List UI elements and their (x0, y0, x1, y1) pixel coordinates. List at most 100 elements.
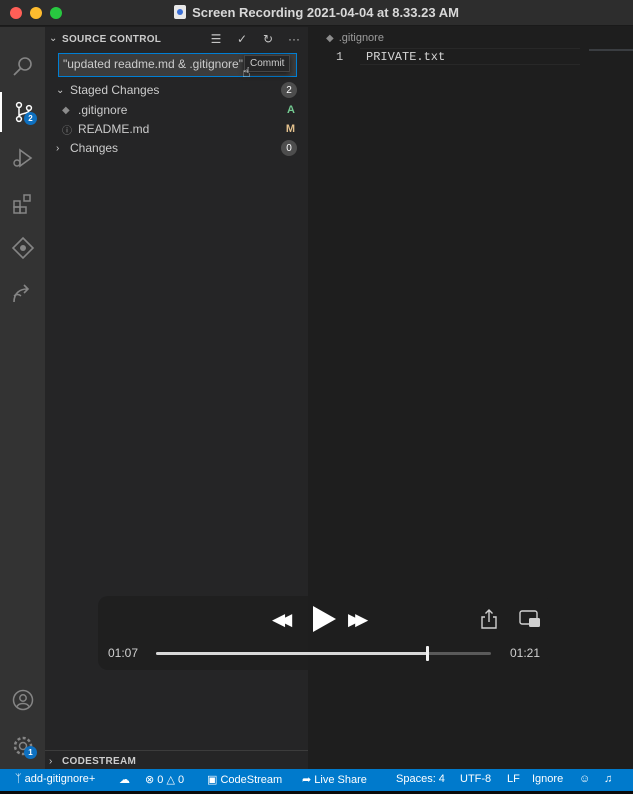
run-debug-icon (12, 148, 32, 168)
video-player-controls: ◀◀ ▶▶ 01:07 01:21 (98, 596, 551, 670)
window-title: Screen Recording 2021-04-04 at 8.33.23 A… (192, 5, 459, 20)
list-tree-icon: ☰ (210, 32, 222, 46)
activity-source-control[interactable]: 2 (0, 92, 45, 132)
notifications-button[interactable]: ♫ (604, 773, 612, 785)
activity-run-debug[interactable] (0, 138, 45, 178)
view-as-tree-button[interactable]: ☰ (208, 31, 224, 47)
playback-scrubber[interactable] (156, 646, 491, 661)
activity-bar: 2 1 (0, 27, 45, 769)
minimap[interactable] (589, 49, 633, 51)
changes-label: Changes (70, 141, 119, 155)
indentation-status[interactable]: Spaces: 4 (396, 773, 445, 785)
chevron-down-icon: ⌄ (49, 33, 58, 44)
codestream-label: CodeStream (220, 774, 283, 786)
activity-codestream[interactable] (0, 228, 45, 268)
list-item-gitignore[interactable]: ◆ .gitignore A (45, 100, 308, 120)
codestream-icon (11, 236, 34, 260)
bell-icon: ♫ (604, 773, 613, 785)
scm-badge: 2 (24, 112, 37, 125)
git-branch-icon: ᛉ (15, 773, 25, 785)
account-icon (12, 689, 33, 711)
gitignore-file-icon: ◆ (62, 104, 70, 116)
play-icon (313, 606, 336, 632)
codestream-status[interactable]: ▣ CodeStream (207, 773, 282, 786)
changes-count-badge: 0 (281, 140, 297, 156)
total-time: 01:21 (509, 646, 540, 660)
chevron-down-icon: ⌄ (56, 84, 65, 96)
editor-breadcrumb[interactable]: ◆ .gitignore (326, 32, 384, 44)
source-control-title: SOURCE CONTROL (62, 34, 162, 45)
error-icon: ⊗ (145, 774, 158, 786)
staged-count-badge: 2 (281, 82, 297, 98)
activity-live-share[interactable] (0, 274, 45, 314)
encoding-status[interactable]: UTF-8 (460, 773, 491, 785)
warning-icon: △ (163, 774, 178, 786)
live-share-icon (12, 284, 29, 303)
picture-in-picture-button[interactable] (519, 610, 541, 628)
file-status: M (285, 123, 295, 135)
language-mode-status[interactable]: Ignore (532, 773, 563, 785)
branch-status[interactable]: ᛉ add-gitignore+ (15, 773, 95, 785)
list-item-readme[interactable]: ⓘ README.md M (45, 119, 308, 139)
check-icon: ✓ (236, 32, 248, 46)
scrubber-handle[interactable] (426, 646, 430, 661)
more-actions-button[interactable]: ··· (286, 31, 302, 47)
gitignore-file-icon: ◆ (326, 33, 334, 44)
breadcrumb-file: .gitignore (338, 32, 384, 44)
commit-button[interactable]: ✓ (234, 31, 250, 47)
status-bar: ᛉ add-gitignore+ ☁ ⊗ 0 △ 0 ▣ CodeStream … (0, 769, 633, 791)
code-line[interactable]: PRIVATE.txt (366, 50, 445, 64)
info-file-icon: ⓘ (62, 125, 72, 137)
chevron-right-icon: › (56, 142, 60, 154)
extensions-icon (12, 194, 31, 214)
ellipsis-icon: ··· (288, 32, 300, 46)
cloud-upload-icon: ☁ (119, 774, 130, 786)
sync-button[interactable]: ☁ (119, 773, 130, 786)
fast-forward-icon: ▶▶ (348, 610, 368, 629)
document-icon (174, 5, 187, 19)
commit-tooltip: Commit (244, 55, 291, 72)
file-name: README.md (78, 122, 150, 136)
warning-count: 0 (177, 774, 185, 786)
refresh-icon: ↻ (262, 32, 274, 46)
playback-progress (156, 652, 428, 655)
staged-changes-label: Staged Changes (70, 83, 160, 97)
activity-search[interactable] (0, 47, 45, 87)
staged-changes-group[interactable]: ⌄ Staged Changes 2 (45, 80, 308, 100)
settings-badge: 1 (24, 746, 37, 759)
rewind-button[interactable]: ◀◀ (272, 610, 292, 630)
chevron-right-icon: › (49, 756, 53, 767)
share-button[interactable] (480, 609, 498, 629)
problems-status[interactable]: ⊗ 0 △ 0 (145, 773, 184, 786)
live-share-status[interactable]: ➦ Live Share (302, 773, 367, 786)
branch-name: add-gitignore+ (24, 773, 96, 785)
rewind-icon: ◀◀ (272, 610, 292, 629)
window-title-group: Screen Recording 2021-04-04 at 8.33.23 A… (0, 5, 633, 20)
file-name: .gitignore (78, 103, 128, 117)
feedback-icon: ☺ (579, 773, 591, 785)
elapsed-time: 01:07 (108, 646, 139, 660)
file-status: A (287, 104, 295, 116)
live-share-label: Live Share (314, 774, 367, 786)
pointer-cursor-icon: ☝ (242, 64, 251, 80)
play-button[interactable] (310, 604, 338, 634)
search-icon (12, 57, 32, 76)
feedback-button[interactable]: ☺ (579, 773, 590, 785)
changes-group[interactable]: › Changes 0 (45, 138, 308, 158)
share-icon (481, 609, 497, 629)
refresh-button[interactable]: ↻ (260, 31, 276, 47)
live-share-icon: ➦ (302, 774, 315, 786)
eol-status[interactable]: LF (507, 773, 520, 785)
activity-accounts[interactable] (0, 680, 45, 720)
activity-extensions[interactable] (0, 184, 45, 224)
line-number: 1 (336, 50, 344, 64)
source-control-header[interactable]: ⌄ SOURCE CONTROL ☰ ✓ ↻ ··· (45, 27, 308, 51)
source-control-actions: ☰ ✓ ↻ ··· (208, 31, 302, 47)
pip-icon (519, 610, 540, 627)
window-titlebar: Screen Recording 2021-04-04 at 8.33.23 A… (0, 0, 633, 26)
fast-forward-button[interactable]: ▶▶ (348, 610, 368, 630)
codestream-section-title: CODESTREAM (62, 756, 137, 767)
activity-manage[interactable]: 1 (0, 726, 45, 766)
chat-icon: ▣ (207, 774, 221, 786)
codestream-section-header[interactable]: › CODESTREAM (45, 750, 308, 770)
